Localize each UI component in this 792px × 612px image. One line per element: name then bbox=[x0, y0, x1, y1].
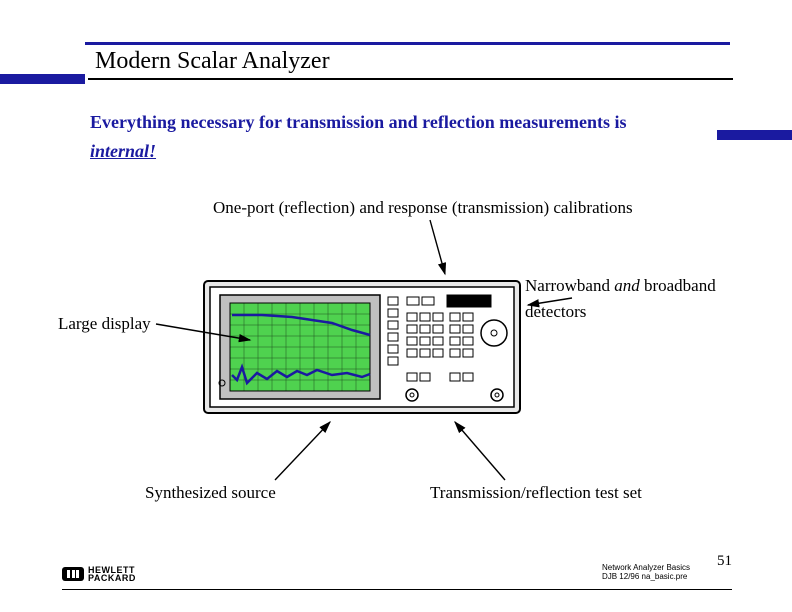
label-large-display: Large display bbox=[58, 314, 151, 334]
title-underline bbox=[88, 78, 733, 80]
label-narrowband: Narrowband and broadband bbox=[525, 276, 716, 296]
label-narrowband-post: broadband bbox=[644, 276, 716, 295]
label-calibrations: One-port (reflection) and response (tran… bbox=[213, 198, 633, 218]
label-narrowband-ital: and bbox=[614, 276, 644, 295]
hp-logo-text: HEWLETT PACKARD bbox=[88, 566, 136, 582]
footer-rule bbox=[62, 589, 732, 590]
label-synth-source: Synthesized source bbox=[145, 483, 276, 503]
subtitle-line1: Everything necessary for transmission an… bbox=[90, 112, 626, 132]
footer-line1: Network Analyzer Basics bbox=[602, 563, 690, 572]
hp-brand-bottom: PACKARD bbox=[88, 573, 136, 583]
hp-logo-icon bbox=[62, 567, 84, 581]
analyzer-illustration bbox=[202, 275, 522, 420]
right-blue-accent bbox=[717, 130, 792, 140]
subtitle-internal: internal! bbox=[90, 141, 156, 161]
left-blue-accent bbox=[0, 74, 85, 84]
label-narrowband-pre: Narrowband bbox=[525, 276, 614, 295]
label-detectors: detectors bbox=[525, 302, 586, 322]
title-top-rule bbox=[85, 42, 730, 45]
slide-title: Modern Scalar Analyzer bbox=[95, 48, 330, 75]
footer-line2: DJB 12/96 na_basic.pre bbox=[602, 572, 687, 581]
page-number: 51 bbox=[717, 553, 732, 570]
label-test-set: Transmission/reflection test set bbox=[430, 483, 642, 503]
hp-logo: HEWLETT PACKARD bbox=[62, 566, 136, 582]
slide-subtitle: Everything necessary for transmission an… bbox=[90, 108, 710, 166]
footer-meta: Network Analyzer Basics DJB 12/96 na_bas… bbox=[602, 563, 690, 582]
